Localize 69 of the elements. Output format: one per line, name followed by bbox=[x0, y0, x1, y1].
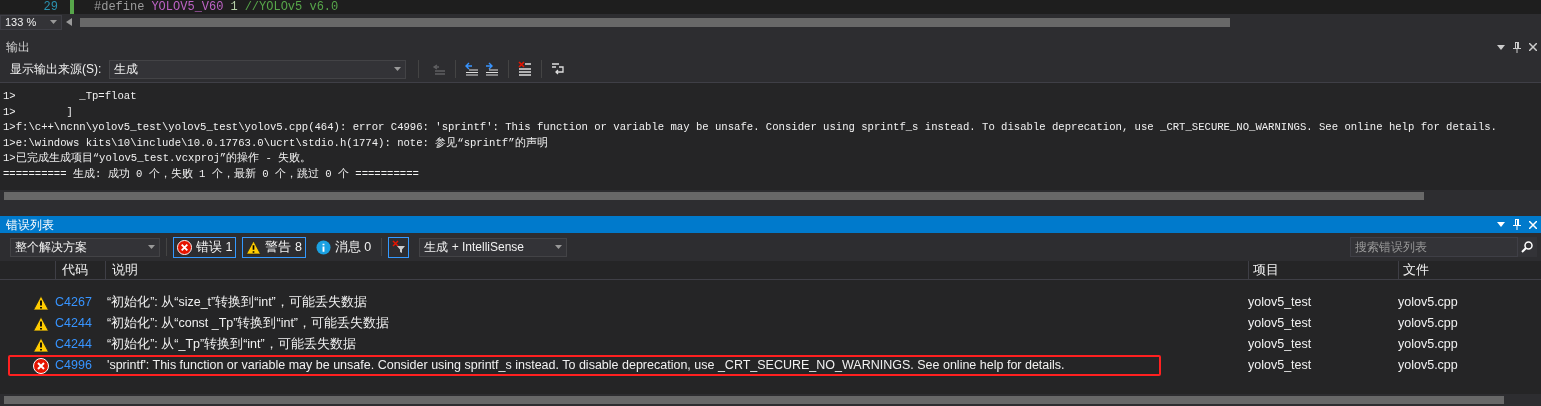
error-code-link[interactable]: C4267 bbox=[55, 293, 105, 312]
clear-all-icon[interactable] bbox=[517, 61, 534, 77]
warning-icon bbox=[33, 336, 49, 353]
error-icon bbox=[33, 357, 49, 374]
code-keyword: #define bbox=[94, 0, 145, 14]
file-cell-text: yolov5.cpp bbox=[1398, 294, 1459, 312]
error-icon bbox=[177, 239, 192, 255]
code-value: 1 bbox=[230, 0, 238, 14]
output-line: 1>e:\windows kits\10\include\10.0.17763.0\ucrt\stdio.h(1774): note: 参见“sprintf”的声明 bbox=[3, 135, 548, 151]
pin-icon[interactable] bbox=[1513, 41, 1521, 53]
filter-button[interactable] bbox=[388, 236, 410, 258]
horizontal-scrollbar[interactable] bbox=[80, 17, 1230, 27]
project-cell-text: yolov5_test bbox=[1248, 315, 1313, 333]
search-field[interactable]: 搜索错误列表 bbox=[1350, 237, 1518, 257]
previous-message-icon[interactable] bbox=[464, 61, 481, 77]
column-header[interactable]: 代码 bbox=[55, 260, 105, 280]
output-line: ========== 生成: 成功 0 个，失败 1 个，最新 0 个，跳过 0 个 ========== bbox=[3, 166, 419, 182]
caret-icon bbox=[555, 245, 563, 249]
code-comment: //YOLOv5 v6.0 bbox=[244, 0, 339, 14]
dropdown-arrow-icon[interactable] bbox=[1497, 44, 1505, 50]
filter-icon bbox=[391, 240, 406, 254]
output-line: 1> ] bbox=[3, 104, 73, 120]
project-cell-text: yolov5_test bbox=[1248, 357, 1313, 375]
warning-icon bbox=[246, 239, 262, 255]
pin-icon[interactable] bbox=[1513, 219, 1521, 230]
error-description: “初始化”: 从“size_t”转换到“int”，可能丢失数据 bbox=[106, 294, 367, 312]
scroll-left-icon[interactable] bbox=[66, 18, 72, 26]
caret-icon bbox=[50, 20, 57, 24]
output-line: 1> _Tp=float bbox=[3, 89, 137, 104]
caret-icon bbox=[394, 67, 402, 71]
warning-icon bbox=[33, 315, 49, 332]
search-icon bbox=[1521, 241, 1533, 253]
error-code-link[interactable]: C4244 bbox=[55, 335, 105, 354]
error-code-link[interactable]: C4244 bbox=[55, 314, 105, 333]
column-header[interactable]: 项目 bbox=[1248, 260, 1398, 280]
project-cell-text: yolov5_test bbox=[1248, 336, 1313, 354]
caret-icon bbox=[148, 245, 155, 249]
error-description: “初始化”: 从“_Tp”转换到“int”，可能丢失数据 bbox=[106, 336, 356, 354]
warning-icon bbox=[33, 294, 49, 311]
zoom-dropdown[interactable]: 133 % bbox=[0, 14, 62, 30]
build-source-dropdown[interactable]: 生成 + IntelliSense bbox=[419, 237, 568, 257]
error-description: 'sprintf': This function or variable may be unsafe. Consider using sprintf_s instead. To disable deprecation, use _CRT_SECURE_NO_WARNINGS. See online help for details. bbox=[106, 357, 1065, 375]
project-cell-text: yolov5_test bbox=[1248, 294, 1313, 312]
file-cell-text: yolov5.cpp bbox=[1398, 315, 1459, 333]
next-message-icon[interactable] bbox=[484, 61, 501, 77]
line-number: 29 bbox=[42, 0, 59, 14]
code-macro: YOLOV5_V60 bbox=[151, 0, 224, 14]
close-icon[interactable] bbox=[1529, 43, 1537, 51]
filter-toggle[interactable]: 消息 0 bbox=[311, 236, 376, 258]
error-description: “初始化”: 从“const _Tp”转换到“int”，可能丢失数据 bbox=[106, 315, 389, 333]
output-line: 1>已完成生成项目“yolov5_test.vcxproj”的操作 - 失败。 bbox=[3, 151, 312, 166]
word-wrap-icon[interactable] bbox=[550, 61, 567, 77]
info-icon bbox=[315, 239, 331, 255]
horizontal-scrollbar[interactable] bbox=[4, 192, 1424, 200]
filter-toggle[interactable]: 错误 1 bbox=[173, 236, 237, 258]
filter-toggle[interactable]: 警告 8 bbox=[242, 236, 306, 258]
horizontal-scrollbar[interactable] bbox=[4, 396, 1504, 404]
source-dropdown[interactable]: 生成 bbox=[109, 59, 407, 79]
output-line: 1>f:\c++\ncnn\yolov5_test\yolov5_test\yolov5.cpp(464): error C4996: 'sprintf': This function or variable may be unsafe. Consider using sprintf_s instead. To disable deprecation, use _CRT_SECURE_NO_WARNINGS. See online help for details. bbox=[3, 120, 1497, 135]
dropdown-arrow-icon[interactable] bbox=[1497, 222, 1505, 227]
source-label: 显示输出来源(S): bbox=[10, 61, 102, 78]
column-header[interactable]: 说明 bbox=[105, 260, 1248, 280]
error-code-link[interactable]: C4996 bbox=[55, 356, 105, 375]
scope-dropdown[interactable]: 整个解决方案 bbox=[10, 237, 160, 257]
panel-title: 错误列表 bbox=[6, 216, 54, 234]
panel-title: 输出 bbox=[6, 39, 30, 56]
column-header[interactable]: 文件 bbox=[1398, 260, 1541, 280]
file-cell-text: yolov5.cpp bbox=[1398, 336, 1459, 354]
file-cell-text: yolov5.cpp bbox=[1398, 357, 1459, 375]
